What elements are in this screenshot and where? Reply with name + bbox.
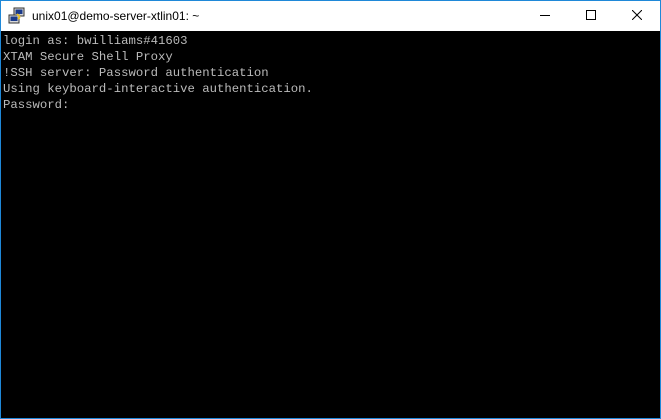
maximize-icon (586, 7, 596, 25)
password-prompt: Password: (3, 98, 70, 112)
maximize-button[interactable] (568, 1, 614, 31)
putty-icon[interactable] (8, 7, 26, 25)
minimize-icon (540, 7, 550, 25)
window-title: unix01@demo-server-xtlin01: ~ (32, 9, 200, 23)
title-bar[interactable]: unix01@demo-server-xtlin01: ~ (1, 1, 660, 31)
terminal-line: XTAM Secure Shell Proxy (3, 50, 173, 64)
terminal-line: Using keyboard-interactive authenticatio… (3, 82, 313, 96)
minimize-button[interactable] (522, 1, 568, 31)
close-icon (631, 7, 643, 25)
close-button[interactable] (614, 1, 660, 31)
putty-window: unix01@demo-server-xtlin01: ~ login as: … (0, 0, 661, 419)
terminal-line: login as: bwilliams#41603 (3, 34, 188, 48)
terminal-output: login as: bwilliams#41603 XTAM Secure Sh… (3, 33, 313, 113)
terminal-area[interactable]: login as: bwilliams#41603 XTAM Secure Sh… (1, 31, 660, 418)
terminal-line: !SSH server: Password authentication (3, 66, 269, 80)
